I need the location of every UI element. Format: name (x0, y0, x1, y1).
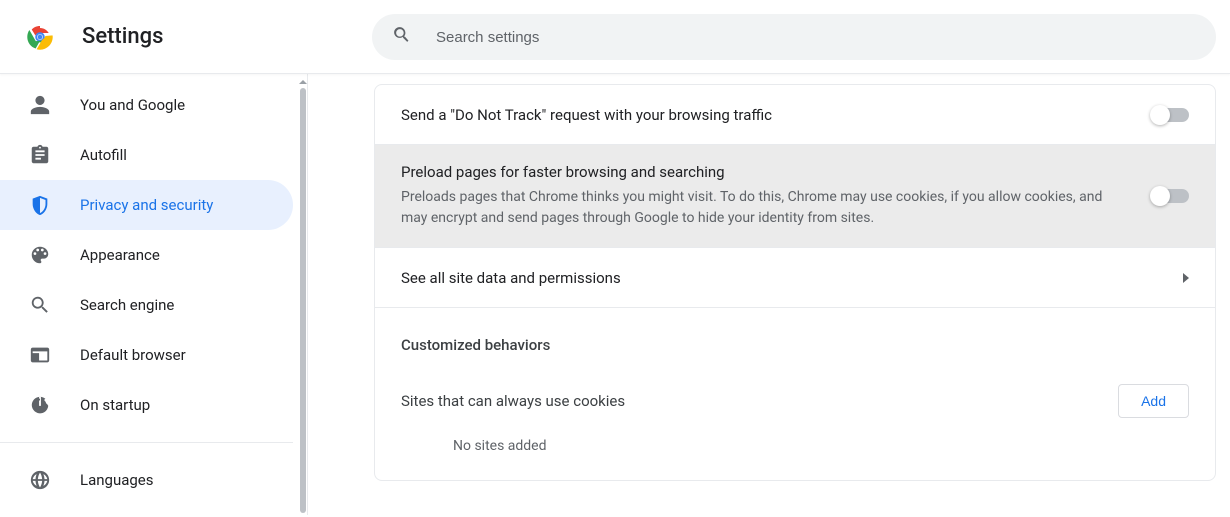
chrome-logo-icon (26, 23, 54, 51)
sidebar-item-label: Privacy and security (80, 196, 213, 214)
sidebar-item-autofill[interactable]: Autofill (0, 130, 293, 180)
page-title: Settings (82, 24, 163, 49)
search-icon (28, 293, 52, 317)
sidebar-item-default-browser[interactable]: Default browser (0, 330, 293, 380)
sidebar-item-label: Default browser (80, 346, 186, 364)
row-do-not-track[interactable]: Send a "Do Not Track" request with your … (375, 85, 1215, 145)
sidebar-divider (0, 442, 293, 443)
sidebar: You and Google Autofill Privacy and secu… (0, 74, 308, 515)
globe-icon (28, 468, 52, 492)
sidebar-item-appearance[interactable]: Appearance (0, 230, 293, 280)
search-bar[interactable] (372, 14, 1216, 60)
sidebar-item-label: Autofill (80, 146, 127, 164)
add-button[interactable]: Add (1118, 384, 1189, 418)
row-preload-pages[interactable]: Preload pages for faster browsing and se… (375, 145, 1215, 248)
sidebar-item-label: Search engine (80, 296, 174, 314)
toggle-do-not-track[interactable] (1153, 108, 1189, 122)
section-customized-behaviors: Customized behaviors (375, 308, 1215, 354)
toggle-preload[interactable] (1153, 189, 1189, 203)
row-title: Preload pages for faster browsing and se… (401, 163, 1129, 181)
sidebar-item-label: Appearance (80, 246, 160, 264)
row-title: See all site data and permissions (401, 269, 1159, 287)
row-title: Sites that can always use cookies (401, 392, 625, 410)
settings-card: Send a "Do Not Track" request with your … (374, 84, 1216, 481)
sidebar-item-label: You and Google (80, 96, 185, 114)
sidebar-item-privacy-security[interactable]: Privacy and security (0, 180, 293, 230)
row-sites-always-cookies: Sites that can always use cookies Add (375, 354, 1215, 432)
sidebar-item-on-startup[interactable]: On startup (0, 380, 293, 430)
clipboard-icon (28, 143, 52, 167)
sidebar-item-you-and-google[interactable]: You and Google (0, 80, 293, 130)
empty-state-text: No sites added (375, 432, 1215, 480)
power-icon (28, 393, 52, 417)
scroll-up-icon (299, 80, 307, 84)
search-input[interactable] (436, 29, 1196, 46)
sidebar-item-search-engine[interactable]: Search engine (0, 280, 293, 330)
row-description: Preloads pages that Chrome thinks you mi… (401, 187, 1129, 229)
sidebar-scrollbar[interactable] (299, 80, 307, 515)
content-area: Send a "Do Not Track" request with your … (308, 74, 1230, 515)
shield-icon (28, 193, 52, 217)
sidebar-item-label: On startup (80, 396, 150, 414)
scrollbar-thumb[interactable] (300, 88, 306, 513)
search-icon (392, 25, 412, 49)
row-see-all-site-data[interactable]: See all site data and permissions (375, 248, 1215, 308)
chevron-right-icon (1183, 273, 1189, 283)
header-bar: Settings (0, 0, 1230, 74)
browser-icon (28, 343, 52, 367)
person-icon (28, 93, 52, 117)
sidebar-item-languages[interactable]: Languages (0, 455, 293, 505)
sidebar-item-label: Languages (80, 471, 154, 489)
row-title: Send a "Do Not Track" request with your … (401, 106, 1129, 124)
palette-icon (28, 243, 52, 267)
